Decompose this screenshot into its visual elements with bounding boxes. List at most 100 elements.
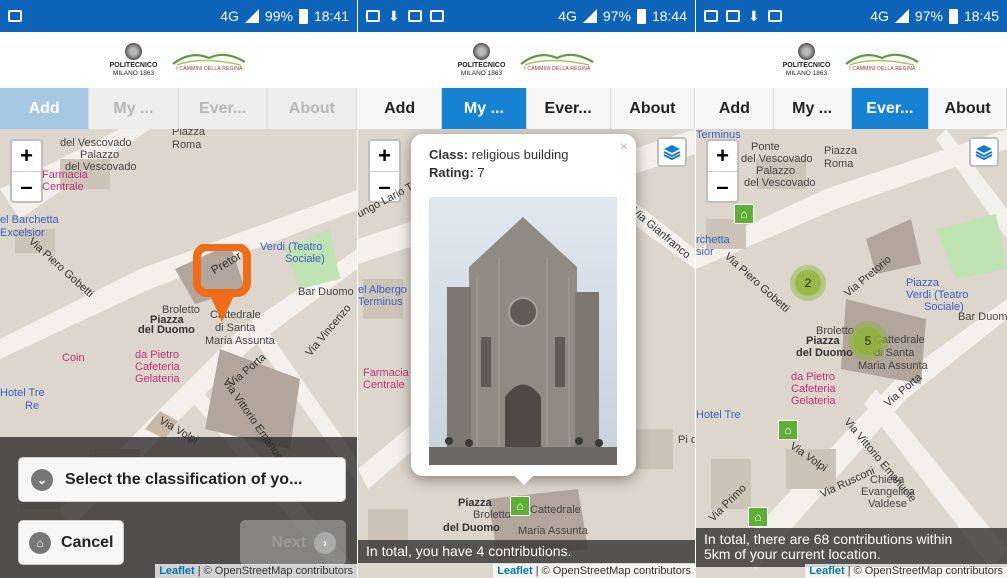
- map-label: Verdi (Teatro: [906, 289, 969, 301]
- chevron-right-icon: ›: [314, 531, 336, 554]
- app-header: POLITECNICO MILANO 1863 I CAMMINI DELLA …: [358, 32, 695, 88]
- leaflet-link[interactable]: Leaflet: [497, 565, 532, 577]
- map-label: del Duomo: [443, 522, 500, 534]
- tab-add[interactable]: Add: [0, 88, 90, 129]
- cammini-logo: I CAMMINI DELLA REGINA: [171, 48, 247, 72]
- gallery-icon: [726, 10, 740, 22]
- battery-label: 97%: [914, 8, 943, 24]
- cluster-count: 5: [854, 327, 882, 355]
- app-header: POLITECNICO MILANO 1863 I CAMMINI DELLA …: [696, 32, 1007, 88]
- cluster-marker[interactable]: 2: [790, 265, 826, 301]
- osm-link[interactable]: | © OpenStreetMap contributors: [536, 565, 691, 577]
- politecnico-logo: POLITECNICO MILANO 1863: [458, 43, 505, 77]
- map-label: Maria Assunta: [518, 525, 588, 537]
- zoom-out-button[interactable]: –: [708, 171, 737, 201]
- app-header: POLITECNICO MILANO 1863 I CAMMINI DELLA …: [0, 32, 357, 88]
- tab-about[interactable]: About: [929, 88, 1007, 129]
- map-label: Chiesa: [870, 474, 905, 486]
- close-icon[interactable]: ×: [620, 138, 628, 154]
- summary-line-2: 5km of your current location.: [704, 546, 881, 563]
- layers-button[interactable]: [969, 137, 999, 167]
- zoom-out-button[interactable]: –: [12, 171, 41, 201]
- osm-link[interactable]: | © OpenStreetMap contributors: [848, 565, 1003, 577]
- logo-sub: MILANO 1863: [785, 69, 828, 77]
- contribution-popup: × Class: religious building Rating: 7: [411, 134, 636, 476]
- map-label: Centrale: [42, 181, 84, 193]
- rating-row: Rating: 7: [429, 165, 618, 180]
- cathedral-photo: [429, 197, 617, 465]
- select-classification-button[interactable]: ⌄ Select the classification of yo...: [18, 457, 346, 502]
- image-icon: [704, 10, 718, 22]
- battery-icon: [948, 8, 958, 24]
- next-button[interactable]: Next ›: [240, 520, 346, 565]
- map-label: Roma: [824, 158, 854, 170]
- tab-my[interactable]: My ...: [442, 88, 527, 129]
- map-attribution: Leaflet | © OpenStreetMap contributors: [155, 564, 357, 578]
- select-label: Select the classification of yo...: [65, 470, 303, 488]
- map-label: sior: [696, 246, 714, 258]
- summary-banner: In total, there are 68 contributions wit…: [696, 528, 1007, 567]
- map-label: rchetta: [696, 234, 730, 246]
- tab-add[interactable]: Add: [358, 88, 443, 129]
- cammini-logo: I CAMMINI DELLA REGINA: [844, 48, 920, 72]
- tab-about[interactable]: About: [611, 88, 695, 129]
- map-label: Cafeteria: [791, 383, 836, 395]
- contribution-marker[interactable]: ⌂: [748, 507, 768, 527]
- map[interactable]: + – Terminus Ponte del Vescovado Palazzo…: [696, 129, 1007, 578]
- map-label: Centrale: [363, 379, 405, 391]
- leaflet-link[interactable]: Leaflet: [809, 565, 844, 577]
- map-attribution: Leaflet | © OpenStreetMap contributors: [805, 564, 1007, 578]
- clock: 18:45: [963, 8, 999, 24]
- map-label: Verdi (Teatro: [260, 241, 323, 253]
- contribution-marker[interactable]: ⌂: [778, 420, 798, 440]
- layers-icon: [975, 145, 993, 161]
- mountains-icon: [520, 53, 594, 66]
- battery-icon: [298, 8, 308, 24]
- cluster-count: 2: [795, 270, 821, 296]
- status-bar: ⬇ 4G 97% 18:45: [696, 0, 1007, 32]
- logo-sub: MILANO 1863: [112, 69, 155, 77]
- mountains-icon: [172, 53, 246, 66]
- map[interactable]: + – ungo Lario Trie Via Gianfranco el Al…: [358, 129, 695, 578]
- screen-everyone: ⬇ 4G 97% 18:45 POLITECNICO MILANO 1863 I…: [696, 0, 1007, 578]
- tab-about[interactable]: About: [267, 88, 357, 129]
- signal-icon: [244, 9, 259, 23]
- contribution-marker[interactable]: ⌂: [734, 204, 754, 224]
- tab-every[interactable]: Ever...: [851, 88, 930, 129]
- tab-every[interactable]: Ever...: [178, 88, 268, 129]
- popup-tip: [514, 475, 534, 485]
- tab-bar: Add My ... Ever... About: [0, 88, 357, 129]
- zoom-control: + –: [706, 139, 739, 203]
- map-label: Terminus: [696, 129, 741, 141]
- politecnico-logo: POLITECNICO MILANO 1863: [783, 43, 830, 77]
- zoom-in-button[interactable]: +: [708, 141, 737, 171]
- map-label: da Pietro: [135, 349, 180, 361]
- leaflet-link[interactable]: Leaflet: [159, 565, 194, 577]
- map-label: Gelateria: [135, 373, 180, 385]
- layers-icon: [663, 145, 681, 161]
- tab-add[interactable]: Add: [696, 88, 774, 129]
- zoom-in-button[interactable]: +: [12, 141, 41, 171]
- network-label: 4G: [220, 8, 239, 24]
- class-row: Class: religious building: [429, 147, 618, 162]
- map-label: Bar Duomo: [298, 286, 354, 298]
- cancel-button[interactable]: ⌂ Cancel: [18, 520, 124, 565]
- mountains-icon: [845, 53, 919, 66]
- logo-sub: MILANO 1863: [460, 69, 503, 77]
- tab-my[interactable]: My ...: [774, 88, 852, 129]
- tab-every[interactable]: Ever...: [527, 88, 611, 129]
- contribution-marker[interactable]: ⌂: [510, 496, 530, 516]
- zoom-in-button[interactable]: +: [370, 141, 399, 171]
- map-label: Maria Assunta: [205, 335, 275, 347]
- tab-my[interactable]: My ...: [89, 88, 179, 129]
- cancel-label: Cancel: [61, 533, 114, 551]
- cluster-marker[interactable]: 5: [848, 321, 888, 361]
- map-label: Farmacia: [363, 367, 409, 379]
- screen-add: 4G 99% 18:41 POLITECNICO MILANO 1863 I C…: [0, 0, 357, 578]
- battery-icon: [636, 8, 646, 24]
- zoom-control: + –: [10, 139, 43, 203]
- status-bar: ⬇ 4G 97% 18:44: [358, 0, 695, 32]
- osm-link[interactable]: | © OpenStreetMap contributors: [198, 565, 353, 577]
- layers-button[interactable]: [657, 137, 687, 167]
- chevron-down-icon: ⌄: [31, 468, 53, 491]
